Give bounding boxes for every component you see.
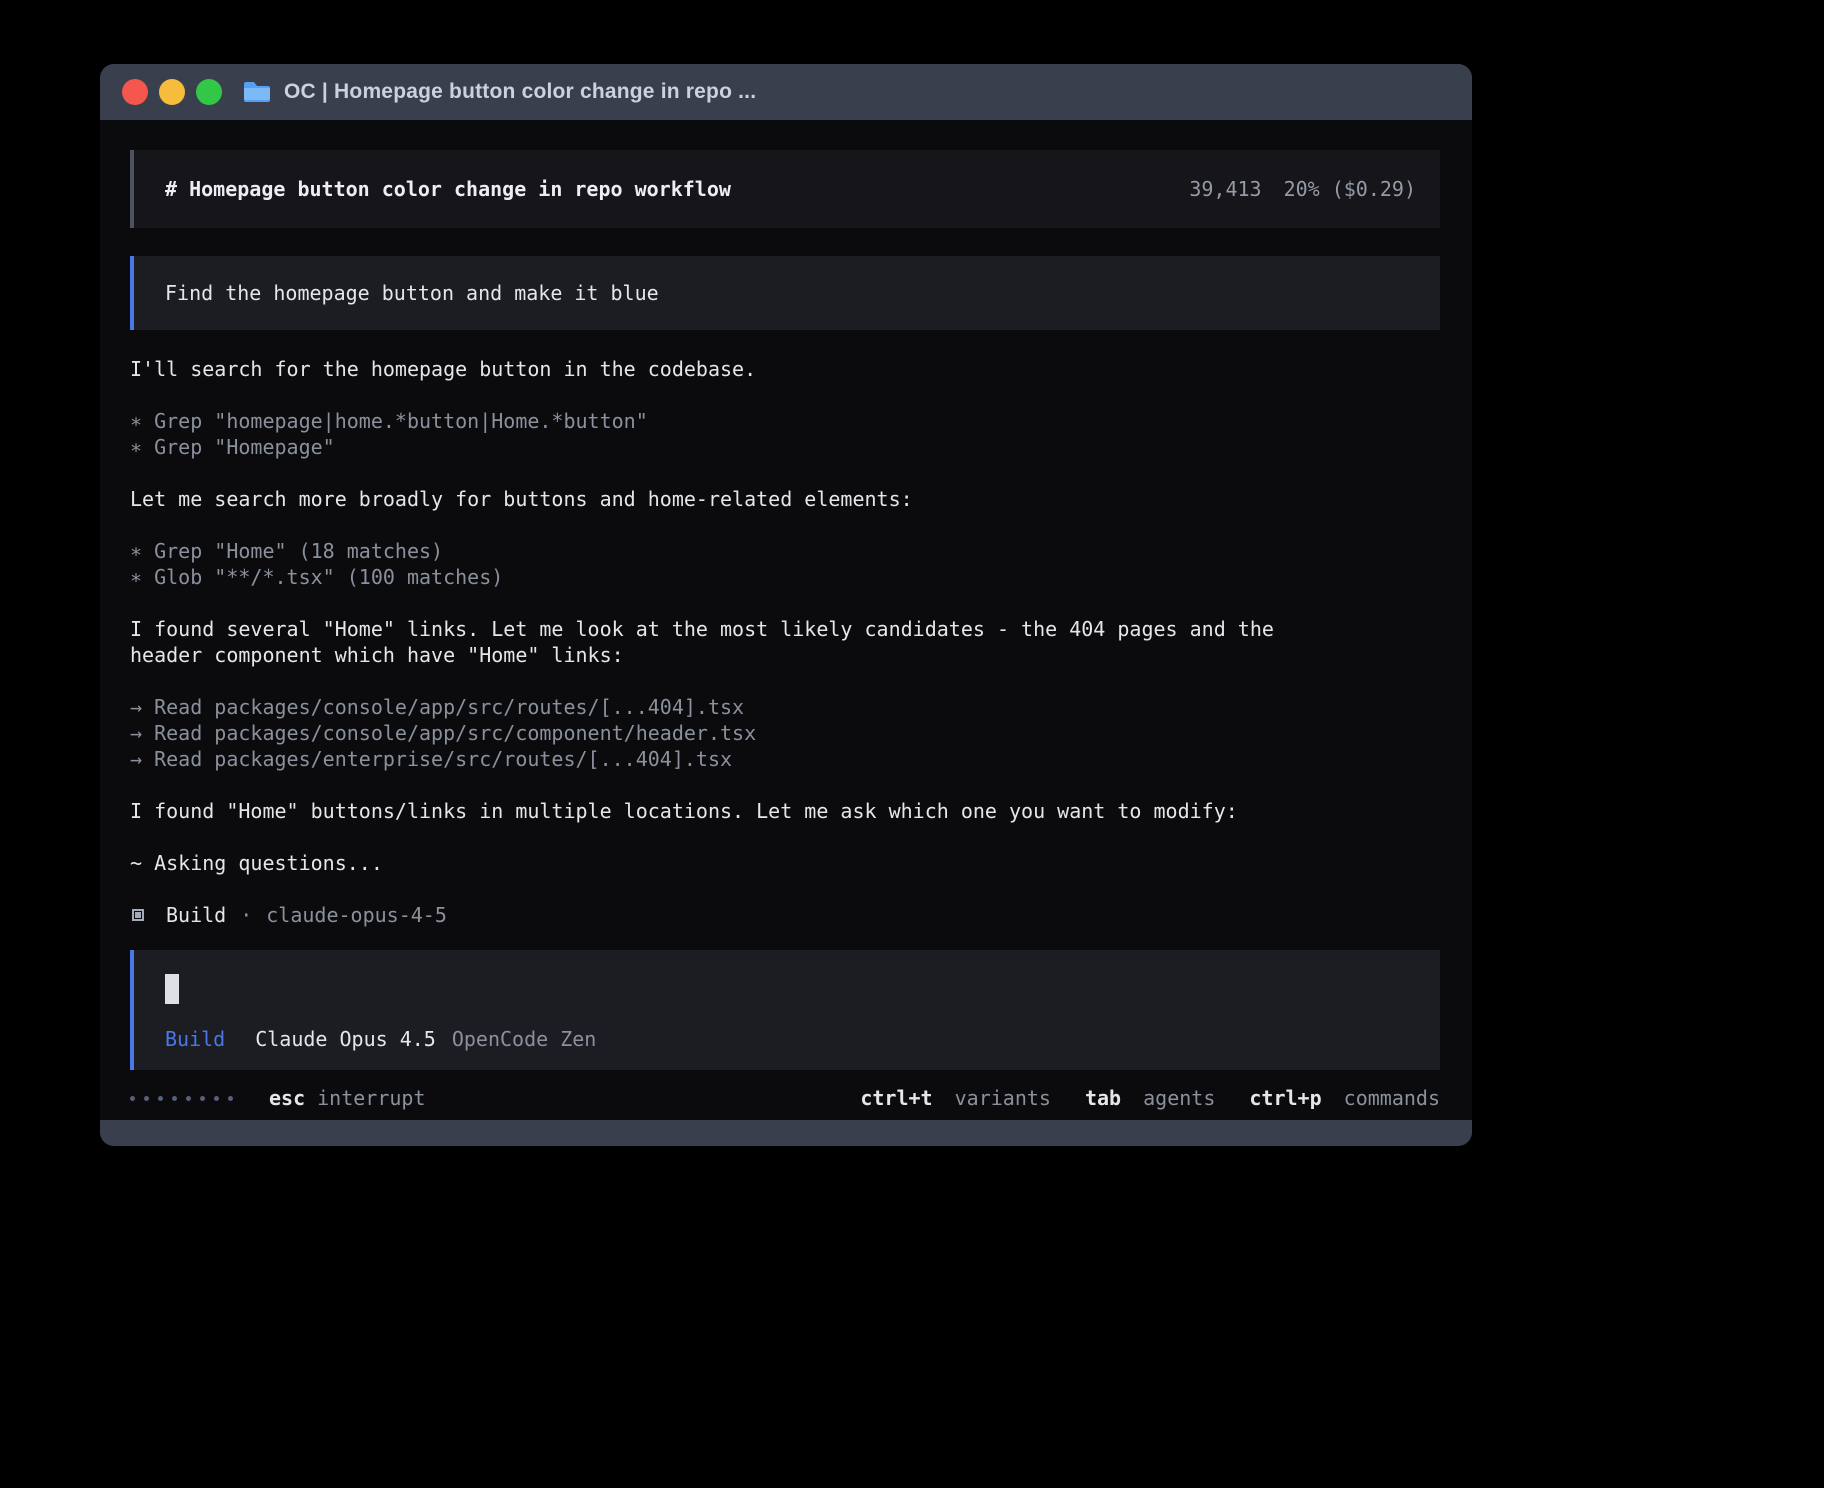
status-left: esc interrupt	[130, 1085, 426, 1111]
session-header: # Homepage button color change in repo w…	[130, 150, 1440, 228]
tool-calls: ∗ Grep "Home" (18 matches) ∗ Glob "**/*.…	[130, 538, 1440, 590]
status-bar: esc interrupt ctrl+t variants tab agents…	[130, 1076, 1440, 1120]
assistant-text: I'll search for the homepage button in t…	[130, 356, 1440, 382]
model-name[interactable]: Claude Opus 4.5	[255, 1026, 436, 1052]
tool-call-grep: ∗ Grep "Homepage"	[130, 434, 1440, 460]
shortcut-label: commands	[1344, 1086, 1440, 1110]
agent-name: Build	[166, 902, 226, 928]
agent-row: Build · claude-opus-4-5	[130, 902, 1440, 928]
agent-model: claude-opus-4-5	[266, 902, 447, 928]
terminal-window: OC | Homepage button color change in rep…	[100, 64, 1472, 1146]
window-bottom-chrome	[100, 1120, 1472, 1146]
shortcut-key: ctrl+t	[860, 1086, 932, 1110]
session-title: # Homepage button color change in repo w…	[165, 176, 731, 202]
shortcut-commands[interactable]: ctrl+p commands	[1249, 1085, 1440, 1111]
assistant-line: I found several "Home" links. Let me loo…	[130, 616, 1440, 642]
tool-call-read: → Read packages/console/app/src/routes/[…	[130, 694, 1440, 720]
tool-call-glob: ∗ Glob "**/*.tsx" (100 matches)	[130, 564, 1440, 590]
shortcut-agents[interactable]: tab agents	[1085, 1085, 1215, 1111]
assistant-text: I found several "Home" links. Let me loo…	[130, 616, 1440, 668]
tool-call-grep: ∗ Grep "homepage|home.*button|Home.*butt…	[130, 408, 1440, 434]
window-title: OC | Homepage button color change in rep…	[284, 80, 756, 104]
token-count: 39,413	[1189, 176, 1261, 202]
minimize-button[interactable]	[159, 79, 185, 105]
shortcut-variants[interactable]: ctrl+t variants	[860, 1085, 1051, 1111]
status-text: ~ Asking questions...	[130, 850, 1440, 876]
assistant-text: I found "Home" buttons/links in multiple…	[130, 798, 1440, 824]
tool-call-read: → Read packages/enterprise/src/routes/[.…	[130, 746, 1440, 772]
assistant-line: I'll search for the homepage button in t…	[130, 356, 1440, 382]
agent-icon	[132, 909, 144, 921]
assistant-text: Let me search more broadly for buttons a…	[130, 486, 1440, 512]
close-button[interactable]	[122, 79, 148, 105]
session-stats: 39,413 20% ($0.29)	[1189, 176, 1416, 202]
esc-label: interrupt	[317, 1085, 425, 1111]
esc-key[interactable]: esc	[269, 1085, 305, 1111]
maximize-button[interactable]	[196, 79, 222, 105]
titlebar: OC | Homepage button color change in rep…	[100, 64, 1472, 120]
tool-calls: → Read packages/console/app/src/routes/[…	[130, 694, 1440, 772]
progress-spinner	[130, 1096, 233, 1101]
tool-call-grep: ∗ Grep "Home" (18 matches)	[130, 538, 1440, 564]
mode-label[interactable]: Build	[165, 1026, 225, 1052]
assistant-line: I found "Home" buttons/links in multiple…	[130, 798, 1440, 824]
user-message: Find the homepage button and make it blu…	[130, 256, 1440, 330]
context-percent: 20%	[1284, 176, 1320, 202]
folder-icon	[242, 80, 272, 104]
shortcut-label: variants	[955, 1086, 1051, 1110]
assistant-line: Let me search more broadly for buttons a…	[130, 486, 1440, 512]
prompt-input[interactable]: Build Claude Opus 4.5 OpenCode Zen	[130, 950, 1440, 1070]
terminal-content: # Homepage button color change in repo w…	[100, 120, 1472, 1120]
tool-calls: ∗ Grep "homepage|home.*button|Home.*butt…	[130, 408, 1440, 460]
user-message-text: Find the homepage button and make it blu…	[165, 280, 659, 306]
shortcut-label: agents	[1143, 1086, 1215, 1110]
shortcut-key: tab	[1085, 1086, 1121, 1110]
model-line: Build Claude Opus 4.5 OpenCode Zen	[165, 1026, 1440, 1052]
tool-call-read: → Read packages/console/app/src/componen…	[130, 720, 1440, 746]
status-right: ctrl+t variants tab agents ctrl+p comman…	[826, 1085, 1440, 1111]
shortcut-key: ctrl+p	[1249, 1086, 1321, 1110]
session-cost: ($0.29)	[1332, 176, 1416, 202]
assistant-line: header component which have "Home" links…	[130, 642, 1440, 668]
provider-name: OpenCode Zen	[452, 1026, 597, 1052]
asking-questions-line: ~ Asking questions...	[130, 850, 1440, 876]
window-controls	[122, 79, 222, 105]
text-cursor	[165, 974, 179, 1004]
agent-separator: ·	[240, 902, 252, 928]
